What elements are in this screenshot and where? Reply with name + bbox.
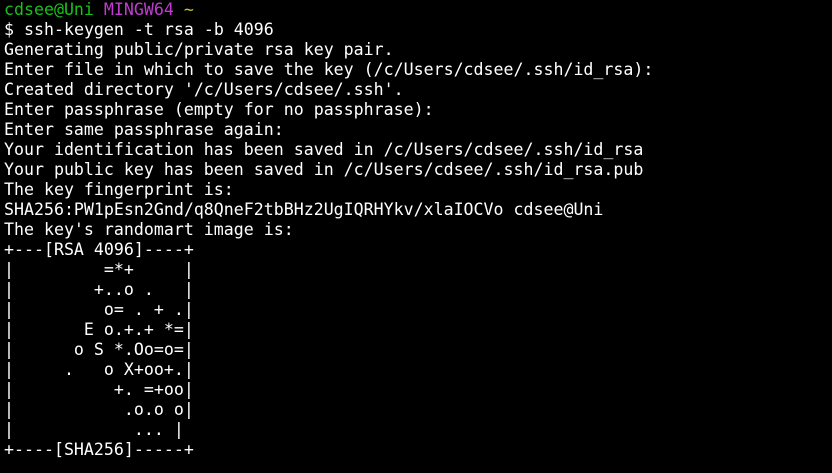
prompt-line: cdsee@Uni MINGW64 ~ bbox=[4, 0, 832, 20]
output-line: The key fingerprint is: bbox=[4, 180, 234, 199]
randomart-row: | o= . + .| bbox=[4, 300, 194, 319]
randomart-row: | ... | bbox=[4, 420, 184, 439]
prompt-symbol: $ bbox=[4, 20, 14, 39]
randomart-row: | . o X+oo+.| bbox=[4, 360, 194, 379]
output-line: Your public key has been saved in /c/Use… bbox=[4, 160, 644, 179]
randomart-row: | +. =+oo| bbox=[4, 380, 194, 399]
randomart-bottom-border: +----[SHA256]-----+ bbox=[4, 440, 194, 459]
randomart-row: | E o.+.+ *=| bbox=[4, 320, 194, 339]
output-line: Generating public/private rsa key pair. bbox=[4, 40, 394, 59]
output-line: Enter same passphrase again: bbox=[4, 120, 284, 139]
randomart-top-border: +---[RSA 4096]----+ bbox=[4, 240, 194, 259]
output-line: Your identification has been saved in /c… bbox=[4, 140, 644, 159]
command-text: ssh-keygen -t rsa -b 4096 bbox=[24, 20, 274, 39]
command-line: $ ssh-keygen -t rsa -b 4096 bbox=[4, 20, 832, 40]
randomart-row: | =*+ | bbox=[4, 260, 194, 279]
output-line: Enter passphrase (empty for no passphras… bbox=[4, 100, 434, 119]
randomart-row: | o S *.Oo=o=| bbox=[4, 340, 194, 359]
fingerprint-line: SHA256:PW1pEsn2Gnd/q8QneF2tbBHz2UgIQRHYk… bbox=[4, 200, 604, 219]
prompt-system: MINGW64 bbox=[103, 0, 174, 19]
output-line: Created directory '/c/Users/cdsee/.ssh'. bbox=[4, 80, 404, 99]
terminal-window[interactable]: cdsee@Uni MINGW64 ~ $ ssh-keygen -t rsa … bbox=[0, 0, 832, 473]
output-line: Enter file in which to save the key (/c/… bbox=[4, 60, 654, 79]
randomart-row: | .o.o o| bbox=[4, 400, 194, 419]
prompt-user-host: cdsee@Uni bbox=[4, 0, 94, 19]
output-line: The key's randomart image is: bbox=[4, 220, 294, 239]
randomart-row: | +..o . | bbox=[4, 280, 194, 299]
prompt-cwd: ~ bbox=[183, 0, 194, 19]
